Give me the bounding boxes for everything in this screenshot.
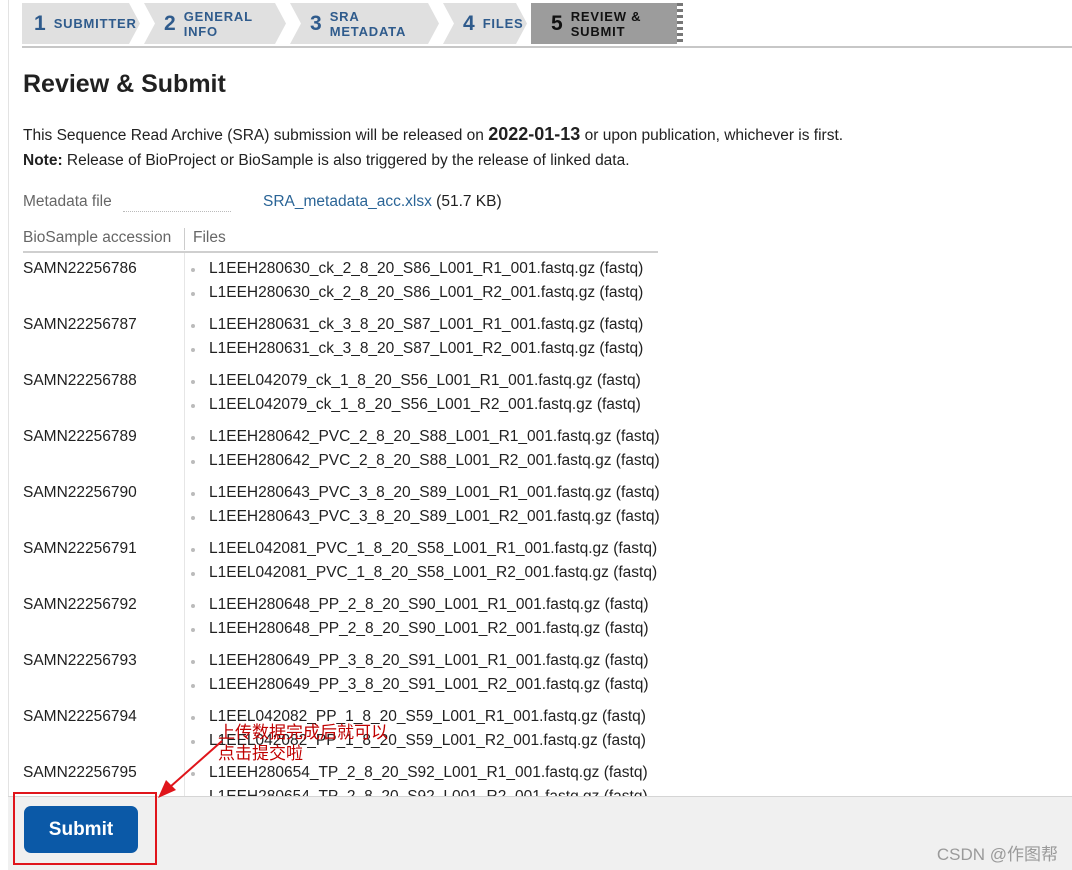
biosample-accession: SAMN22256791 [23, 540, 137, 557]
step-review-submit[interactable]: 5 REVIEW & SUBMIT [531, 3, 683, 44]
release-note: Note: Release of BioProject or BioSample… [23, 152, 630, 170]
release-info: This Sequence Read Archive (SRA) submiss… [23, 124, 843, 145]
file-item: L1EEL042079_ck_1_8_20_S56_L001_R1_001.fa… [191, 372, 641, 396]
file-list: L1EEH280631_ck_3_8_20_S87_L001_R1_001.fa… [191, 316, 643, 364]
release-prefix: This Sequence Read Archive (SRA) submiss… [23, 127, 484, 144]
step-submitter[interactable]: 1 SUBMITTER [22, 3, 140, 44]
step-number: 4 [463, 11, 475, 35]
biosample-accession: SAMN22256789 [23, 428, 137, 445]
watermark: CSDN @作图帮 [936, 845, 1058, 864]
active-step-edge [677, 3, 683, 44]
metadata-dotted-leader [123, 211, 231, 212]
biosample-accession: SAMN22256787 [23, 316, 137, 333]
annotation-text: 上传数据完成后就可以点击提交啦 [218, 723, 388, 763]
footer-bar [8, 796, 1072, 870]
file-item: L1EEL042081_PVC_1_8_20_S58_L001_R1_001.f… [191, 540, 657, 564]
file-item: L1EEH280630_ck_2_8_20_S86_L001_R1_001.fa… [191, 260, 643, 284]
step-number: 5 [551, 11, 563, 35]
step-number: 2 [164, 11, 176, 35]
file-item: L1EEH280648_PP_2_8_20_S90_L001_R2_001.fa… [191, 620, 649, 644]
wizard-steps: 1 SUBMITTER 2 GENERAL INFO 3 SRA METADAT… [22, 3, 683, 44]
file-item: L1EEH280649_PP_3_8_20_S91_L001_R2_001.fa… [191, 676, 649, 700]
note-label: Note: [23, 152, 63, 169]
table-row: SAMN22256795 L1EEH280654_TP_2_8_20_S92_L0… [23, 762, 683, 796]
file-item: L1EEH280631_ck_3_8_20_S87_L001_R1_001.fa… [191, 316, 643, 340]
biosample-accession: SAMN22256786 [23, 260, 137, 277]
biosample-accession: SAMN22256792 [23, 596, 137, 613]
file-list: L1EEH280654_TP_2_8_20_S92_L001_R1_001.fa… [191, 764, 648, 796]
release-suffix: or upon publication, whichever is first. [584, 127, 844, 144]
table-row: SAMN22256786 L1EEH280630_ck_2_8_20_S86_L0… [23, 258, 683, 314]
file-item: L1EEH280654_TP_2_8_20_S92_L001_R2_001.fa… [191, 788, 648, 796]
file-list: L1EEH280649_PP_3_8_20_S91_L001_R1_001.fa… [191, 652, 649, 700]
table-row: SAMN22256791 L1EEL042081_PVC_1_8_20_S58_L… [23, 538, 683, 594]
table-row: SAMN22256789 L1EEH280642_PVC_2_8_20_S88_L… [23, 426, 683, 482]
biosample-accession: SAMN22256793 [23, 652, 137, 669]
file-list: L1EEH280642_PVC_2_8_20_S88_L001_R1_001.f… [191, 428, 660, 476]
table-row: SAMN22256792 L1EEH280648_PP_2_8_20_S90_L0… [23, 594, 683, 650]
step-label: SRA METADATA [329, 8, 407, 39]
file-item: L1EEH280642_PVC_2_8_20_S88_L001_R2_001.f… [191, 452, 660, 476]
note-text: Release of BioProject or BioSample is al… [66, 152, 630, 169]
biosample-accession: SAMN22256794 [23, 708, 137, 725]
file-item: L1EEH280630_ck_2_8_20_S86_L001_R2_001.fa… [191, 284, 643, 308]
release-date: 2022-01-13 [488, 124, 581, 144]
biosample-accession: SAMN22256795 [23, 764, 137, 781]
file-item: L1EEH280648_PP_2_8_20_S90_L001_R1_001.fa… [191, 596, 649, 620]
metadata-file-label: Metadata file [23, 193, 112, 210]
step-label: GENERAL INFO [183, 8, 253, 39]
metadata-file-size: (51.7 KB) [436, 193, 502, 210]
column-header-accession: BioSample accession [23, 229, 172, 246]
file-list: L1EEH280643_PVC_3_8_20_S89_L001_R1_001.f… [191, 484, 660, 532]
highlight-box [13, 792, 157, 865]
step-number: 3 [310, 11, 322, 35]
header-rule [23, 251, 658, 253]
file-item: L1EEH280654_TP_2_8_20_S92_L001_R1_001.fa… [191, 764, 648, 788]
file-item: L1EEH280642_PVC_2_8_20_S88_L001_R1_001.f… [191, 428, 660, 452]
steps-divider [22, 46, 1072, 48]
page-title: Review & Submit [23, 70, 226, 98]
file-list: L1EEL042079_ck_1_8_20_S56_L001_R1_001.fa… [191, 372, 641, 420]
step-general-info[interactable]: 2 GENERAL INFO [144, 3, 286, 44]
biosample-table: SAMN22256786 L1EEH280630_ck_2_8_20_S86_L0… [23, 258, 683, 796]
file-item: L1EEH280631_ck_3_8_20_S87_L001_R2_001.fa… [191, 340, 643, 364]
step-files[interactable]: 4 FILES [443, 3, 527, 44]
table-row: SAMN22256787 L1EEH280631_ck_3_8_20_S87_L0… [23, 314, 683, 370]
metadata-file-value: SRA_metadata_acc.xlsx (51.7 KB) [263, 193, 502, 211]
table-row: SAMN22256788 L1EEL042079_ck_1_8_20_S56_L0… [23, 370, 683, 426]
header-separator [184, 228, 185, 250]
biosample-accession: SAMN22256790 [23, 484, 137, 501]
file-list: L1EEL042081_PVC_1_8_20_S58_L001_R1_001.f… [191, 540, 657, 588]
file-list: L1EEH280630_ck_2_8_20_S86_L001_R1_001.fa… [191, 260, 643, 308]
step-label: REVIEW & SUBMIT [570, 8, 642, 39]
step-label: SUBMITTER [53, 16, 137, 31]
metadata-file-link[interactable]: SRA_metadata_acc.xlsx [263, 193, 432, 210]
file-item: L1EEH280643_PVC_3_8_20_S89_L001_R2_001.f… [191, 508, 660, 532]
file-item: L1EEL042081_PVC_1_8_20_S58_L001_R2_001.f… [191, 564, 657, 588]
file-item: L1EEL042079_ck_1_8_20_S56_L001_R2_001.fa… [191, 396, 641, 420]
table-row: SAMN22256790 L1EEH280643_PVC_3_8_20_S89_L… [23, 482, 683, 538]
step-sra-metadata[interactable]: 3 SRA METADATA [290, 3, 439, 44]
step-number: 1 [34, 11, 46, 35]
step-label: FILES [482, 16, 524, 31]
biosample-accession: SAMN22256788 [23, 372, 137, 389]
left-border [8, 0, 9, 869]
table-row: SAMN22256793 L1EEH280649_PP_3_8_20_S91_L0… [23, 650, 683, 706]
column-header-files: Files [193, 229, 226, 246]
file-item: L1EEH280643_PVC_3_8_20_S89_L001_R1_001.f… [191, 484, 660, 508]
file-item: L1EEH280649_PP_3_8_20_S91_L001_R1_001.fa… [191, 652, 649, 676]
file-list: L1EEH280648_PP_2_8_20_S90_L001_R1_001.fa… [191, 596, 649, 644]
